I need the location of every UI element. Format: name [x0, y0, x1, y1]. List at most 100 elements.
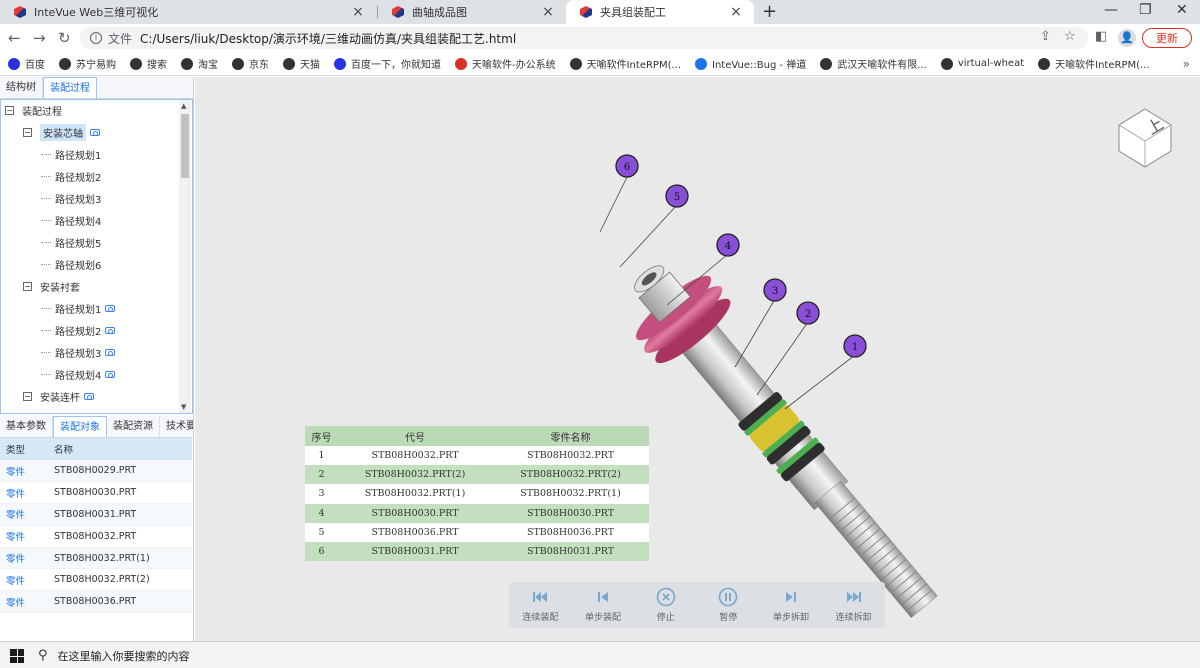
bookmark-item[interactable]: virtual-wheat — [940, 57, 1024, 70]
tree-leaf-path-plan[interactable]: 路径规划1 — [41, 299, 116, 317]
close-tab-icon[interactable]: × — [540, 4, 556, 20]
tree-leaf-path-plan[interactable]: 路径规划2 — [41, 321, 116, 339]
bookmark-item[interactable]: 天喻软件InteRPM(... — [569, 56, 681, 71]
bookmark-item[interactable]: 搜索 — [130, 56, 167, 71]
more-bookmarks-icon[interactable]: » — [1183, 57, 1190, 71]
tab-assembly-process[interactable]: 装配过程 — [43, 77, 97, 98]
control-skip-forward-button[interactable]: 连续拆卸 — [824, 587, 884, 623]
bookmark-item[interactable]: 天猫 — [283, 56, 320, 71]
table-row[interactable]: 零件 STB08H0032.PRT — [0, 525, 192, 548]
parts-table: 类型 名称 零件 STB08H0029.PRT 零件 STB08H0030.PRT 零件… — [0, 438, 192, 614]
browser-tab-crankshaft[interactable]: 曲轴成品图 × — [378, 0, 566, 24]
table-row[interactable]: 零件 STB08H0032.PRT(1) — [0, 547, 192, 570]
tree-group[interactable]: − 安装连杆 — [23, 387, 94, 405]
bookmark-label: 天猫 — [300, 60, 320, 71]
bookmark-item[interactable]: 百度一下，你就知道 — [334, 56, 441, 71]
info-icon[interactable]: i — [90, 32, 102, 44]
tab-tech-requirements[interactable]: 技术要求 — [160, 416, 193, 437]
table-row[interactable]: 3 STB08H0032.PRT(1) STB08H0032.PRT(1) — [305, 484, 649, 504]
collapse-toggle-icon[interactable]: − — [23, 281, 32, 291]
close-tab-icon[interactable]: × — [728, 4, 744, 20]
table-row[interactable]: 零件 STB08H0029.PRT — [0, 460, 192, 483]
bookmark-item[interactable]: 苏宁易购 — [59, 56, 116, 71]
tab-basic-params[interactable]: 基本参数 — [0, 416, 53, 437]
collapse-toggle-icon[interactable]: − — [5, 105, 14, 115]
bom-code-cell: STB08H0031.PRT — [338, 541, 492, 562]
forward-arrow-icon[interactable]: → — [33, 29, 46, 47]
camera-icon[interactable] — [105, 370, 116, 378]
tree-leaf-path-plan[interactable]: 路径规划4 — [41, 211, 101, 229]
browser-tab-fixture[interactable]: 夹具组装配工 × — [566, 0, 754, 24]
back-arrow-icon[interactable]: ← — [8, 29, 21, 47]
collapse-toggle-icon[interactable]: − — [23, 127, 32, 137]
sidebar-icon[interactable]: ◧ — [1095, 29, 1107, 44]
browser-tab-intevue[interactable]: InteVue Web三维可视化 × — [0, 0, 376, 24]
scrollbar-thumb[interactable] — [181, 114, 189, 178]
update-button[interactable]: 更新 — [1142, 28, 1192, 48]
tab-assembly-objects[interactable]: 装配对象 — [53, 416, 107, 437]
tree-leaf-path-plan[interactable]: 路径规划6 — [41, 255, 101, 273]
table-row[interactable]: 零件 STB08H0032.PRT(2) — [0, 568, 192, 592]
bookmark-item[interactable]: 百度 — [8, 56, 45, 71]
tree-root[interactable]: − 装配过程 — [5, 101, 62, 119]
table-row[interactable]: 5 STB08H0036.PRT STB08H0036.PRT — [305, 522, 649, 542]
reload-icon[interactable]: ↻ — [58, 29, 71, 47]
restore-window-icon[interactable]: ❐ — [1139, 2, 1152, 18]
windows-start-icon[interactable] — [10, 649, 24, 663]
close-window-icon[interactable]: ✕ — [1176, 2, 1188, 18]
address-url[interactable]: C:/Users/liuk/Desktop/演示环境/三维动画仿真/夹具组装配工… — [140, 30, 516, 47]
taskbar-search[interactable]: ⚲ 在这里输入你要搜索的内容 — [38, 642, 190, 668]
tree-leaf-path-plan[interactable]: 路径规划3 — [41, 189, 101, 207]
bookmark-item[interactable]: 武汉天喻软件有限... — [820, 56, 927, 71]
camera-icon[interactable] — [90, 128, 100, 136]
collapse-toggle-icon[interactable]: − — [23, 391, 32, 401]
tab-assembly-resources[interactable]: 装配资源 — [107, 416, 160, 437]
tree-group[interactable]: − 安装芯轴 — [23, 123, 100, 141]
scroll-up-icon[interactable]: ▲ — [181, 102, 186, 110]
table-row[interactable]: 6 STB08H0031.PRT STB08H0031.PRT — [305, 541, 649, 562]
share-icon[interactable]: ⇪ — [1040, 29, 1051, 44]
bookmark-favicon-icon — [820, 57, 833, 70]
camera-icon[interactable] — [105, 304, 116, 312]
bookmark-label: 天喻软件InteRPM(... — [1055, 60, 1150, 71]
minimize-window-icon[interactable]: — — [1104, 2, 1118, 18]
bookmark-label: 天喻软件-办公系统 — [472, 60, 556, 71]
table-row[interactable]: 零件 STB08H0031.PRT — [0, 503, 192, 526]
address-bar[interactable]: i 文件 C:/Users/liuk/Desktop/演示环境/三维动画仿真/夹… — [80, 27, 1088, 49]
bookmark-item[interactable]: 天喻软件-办公系统 — [455, 56, 556, 71]
tree-leaf-path-plan[interactable]: 路径规划3 — [41, 343, 116, 361]
tree-leaf-path-plan[interactable]: 路径规划1 — [41, 145, 101, 163]
control-step-forward-button[interactable]: 单步拆卸 — [761, 587, 821, 623]
table-row[interactable]: 零件 STB08H0036.PRT — [0, 590, 192, 614]
tree-leaf-path-plan[interactable]: 路径规划4 — [41, 365, 116, 383]
tree-leaf-path-plan[interactable]: 路径规划2 — [41, 167, 101, 185]
table-row[interactable]: 零件 STB08H0030.PRT — [0, 481, 192, 505]
scroll-down-icon[interactable]: ▼ — [181, 403, 186, 411]
view-cube-icon[interactable]: 上 — [1118, 108, 1172, 168]
camera-icon[interactable] — [105, 348, 116, 356]
bookmark-item[interactable]: InteVue::Bug - 禅道 — [695, 56, 806, 71]
3d-viewport[interactable]: 上 1 2 3 4 5 6 序号 代号 零件名称 1 STB08H0032.PR… — [195, 77, 1200, 641]
control-stop-button[interactable]: 停止 — [636, 587, 696, 623]
camera-icon[interactable] — [105, 326, 116, 334]
camera-icon[interactable] — [84, 392, 94, 400]
new-tab-icon[interactable]: + — [762, 1, 777, 22]
bookmark-item[interactable]: 淘宝 — [181, 56, 218, 71]
tab-structure-tree[interactable]: 结构树 — [0, 77, 43, 98]
control-pause-button[interactable]: 暂停 — [698, 587, 758, 623]
bookmark-star-icon[interactable]: ☆ — [1064, 29, 1076, 44]
close-tab-icon[interactable]: × — [350, 4, 366, 20]
profile-avatar[interactable]: 👤 — [1118, 29, 1136, 47]
bookmark-item[interactable]: 京东 — [232, 56, 269, 71]
table-row[interactable]: 2 STB08H0032.PRT(2) STB08H0032.PRT(2) — [305, 465, 649, 485]
control-skip-back-button[interactable]: 连续装配 — [510, 587, 570, 623]
table-row[interactable]: 1 STB08H0032.PRT STB08H0032.PRT — [305, 446, 649, 466]
bookmark-item[interactable]: 天喻软件InteRPM(... — [1038, 56, 1150, 71]
tree-scrollbar[interactable]: ▲ ▼ — [179, 100, 191, 413]
part-type-cell: 零件 — [0, 481, 48, 505]
table-row[interactable]: 4 STB08H0030.PRT STB08H0030.PRT — [305, 503, 649, 523]
control-step-back-button[interactable]: 单步装配 — [573, 587, 633, 623]
tree-group[interactable]: − 安装衬套 — [23, 277, 80, 295]
tree-leaf-path-plan[interactable]: 路径规划5 — [41, 233, 101, 251]
bookmark-favicon-icon — [334, 57, 346, 70]
